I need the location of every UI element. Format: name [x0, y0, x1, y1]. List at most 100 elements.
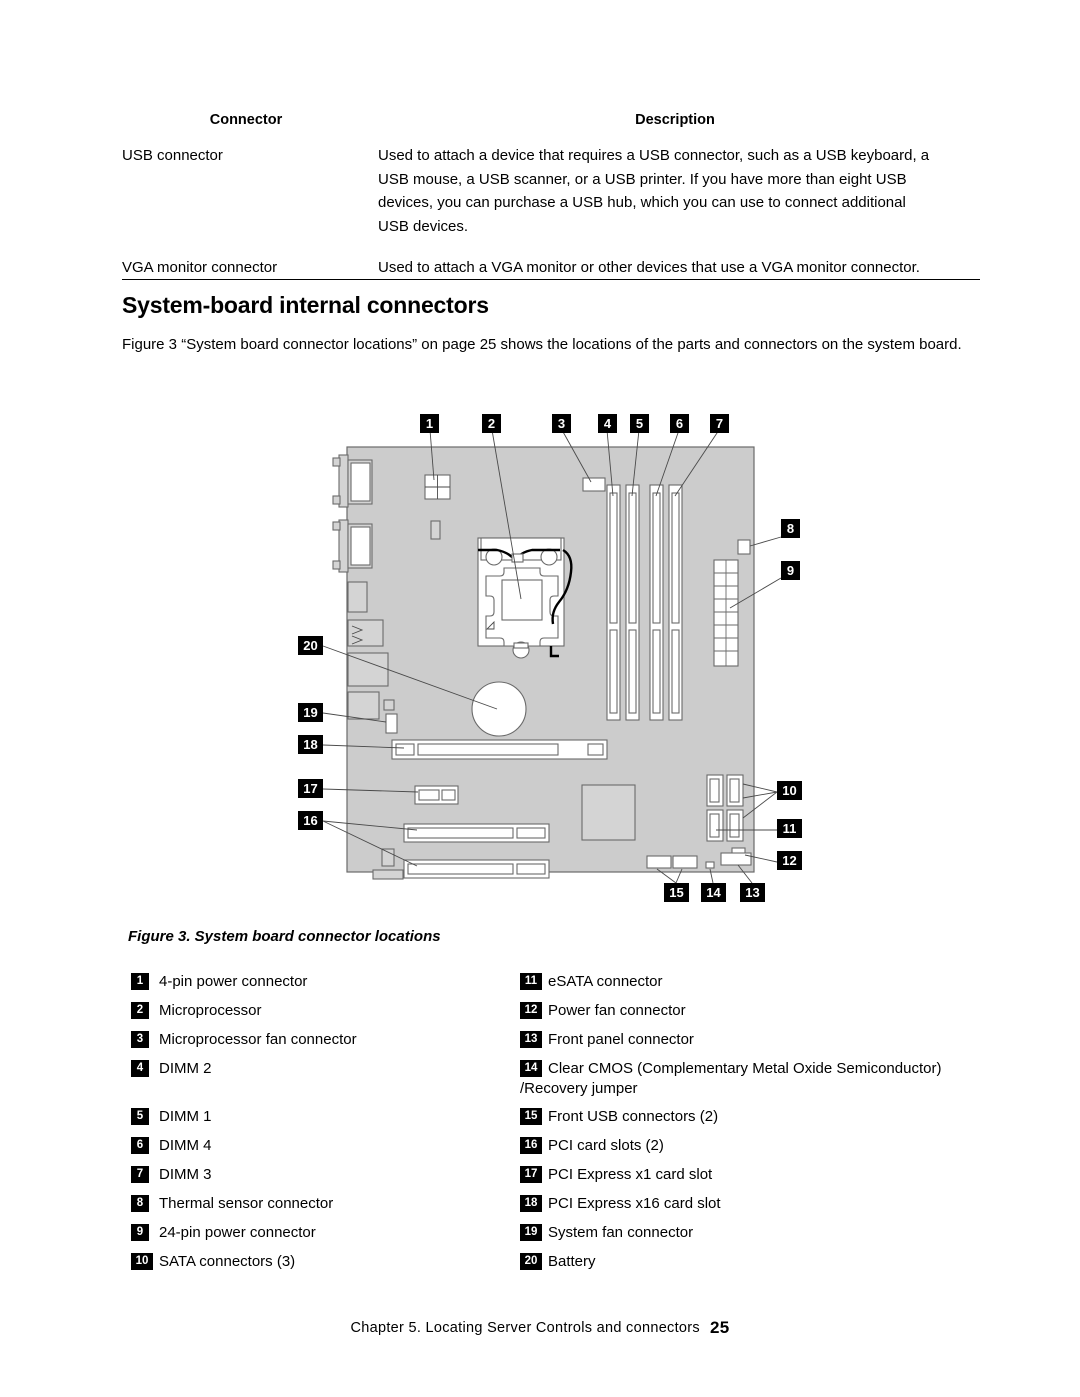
legend-badge: 2: [131, 1002, 149, 1019]
list-item: 3 Microprocessor fan connector: [131, 1030, 521, 1059]
figure-legend-left: 1 4-pin power connector 2 Microprocessor 3…: [131, 972, 521, 1281]
legend-label: eSATA connector: [548, 973, 663, 990]
callout-11: 11: [777, 819, 802, 838]
cell-connector-name: USB connector: [122, 147, 223, 164]
svg-text:1: 1: [426, 416, 433, 431]
svg-text:15: 15: [669, 885, 683, 900]
legend-label: Front panel connector: [548, 1031, 694, 1048]
list-item: 18 PCI Express x16 card slot: [520, 1194, 990, 1223]
list-item: 7 DIMM 3: [131, 1165, 521, 1194]
callout-9: 9: [781, 561, 800, 580]
legend-badge: 16: [520, 1137, 542, 1154]
description-line: Used to attach a VGA monitor or other de…: [378, 259, 920, 276]
legend-badge: 9: [131, 1224, 149, 1241]
callout-12: 12: [777, 851, 802, 870]
legend-label: Battery: [548, 1253, 596, 1270]
svg-text:18: 18: [303, 737, 317, 752]
column-header-connector: Connector: [209, 112, 283, 128]
svg-text:12: 12: [782, 853, 796, 868]
page-number: 25: [709, 1318, 730, 1337]
legend-badge: 13: [520, 1031, 542, 1048]
callout-19: 19: [298, 703, 323, 722]
legend-label: 24-pin power connector: [159, 1224, 316, 1241]
svg-text:19: 19: [303, 705, 317, 720]
legend-label: Microprocessor fan connector: [159, 1031, 357, 1048]
legend-badge: 10: [131, 1253, 153, 1270]
figure-caption: Figure 3. System board connector locatio…: [128, 928, 441, 945]
svg-text:2: 2: [488, 416, 495, 431]
svg-text:6: 6: [676, 416, 683, 431]
svg-text:3: 3: [558, 416, 565, 431]
list-item: 19 System fan connector: [520, 1223, 990, 1252]
figure-legend-right: 11 eSATA connector 12 Power fan connector …: [520, 972, 990, 1281]
legend-badge: 11: [520, 973, 542, 990]
legend-label: DIMM 2: [159, 1060, 212, 1077]
legend-label: Microprocessor: [159, 1002, 262, 1019]
list-item: 14 Clear CMOS (Complementary Metal Oxide …: [520, 1059, 990, 1107]
callout-4: 4: [598, 414, 617, 433]
description-line: USB devices.: [378, 217, 469, 235]
legend-badge: 12: [520, 1002, 542, 1019]
list-item: 20 Battery: [520, 1252, 990, 1281]
legend-badge: 4: [131, 1060, 149, 1077]
legend-badge: 8: [131, 1195, 149, 1212]
legend-label-continued: /Recovery jumper: [520, 1080, 638, 1097]
legend-badge: 18: [520, 1195, 542, 1212]
callout-7: 7: [710, 414, 729, 433]
list-item: 1 4-pin power connector: [131, 972, 521, 1001]
callout-20: 20: [298, 636, 323, 655]
legend-badge: 6: [131, 1137, 149, 1154]
callout-15: 15: [664, 883, 689, 902]
list-item: 15 Front USB connectors (2): [520, 1107, 990, 1136]
table-row: USB connector Used to attach a device th…: [122, 144, 980, 256]
list-item: 11 eSATA connector: [520, 972, 990, 1001]
list-item: 2 Microprocessor: [131, 1001, 521, 1030]
system-board-figure: .bd { fill:#cccccc; stroke:#6a6a6a; stro…: [0, 400, 1080, 920]
callout-8: 8: [781, 519, 800, 538]
legend-label: PCI Express x1 card slot: [548, 1166, 713, 1183]
list-item: 5 DIMM 1: [131, 1107, 521, 1136]
cell-connector-description: Used to attach a device that requires a …: [370, 144, 980, 256]
svg-text:9: 9: [787, 563, 794, 578]
callout-10: 10: [777, 781, 802, 800]
svg-text:20: 20: [303, 638, 317, 653]
section-divider: [122, 279, 980, 280]
page-title: System-board internal connectors: [122, 292, 489, 318]
legend-badge: 15: [520, 1108, 542, 1125]
table-header-row: Connector Description: [122, 112, 980, 144]
legend-label: System fan connector: [548, 1224, 694, 1241]
callout-13: 13: [740, 883, 765, 902]
legend-label: DIMM 3: [159, 1166, 212, 1183]
legend-badge: 14: [520, 1060, 542, 1077]
callout-2: 2: [482, 414, 501, 433]
callout-6: 6: [670, 414, 689, 433]
svg-text:8: 8: [787, 521, 794, 536]
list-item: 17 PCI Express x1 card slot: [520, 1165, 990, 1194]
legend-label: Thermal sensor connector: [159, 1195, 334, 1212]
callout-5: 5: [630, 414, 649, 433]
svg-text:4: 4: [604, 416, 612, 431]
legend-badge: 20: [520, 1253, 542, 1270]
callout-1: 1: [420, 414, 439, 433]
legend-badge: 19: [520, 1224, 542, 1241]
legend-label: DIMM 4: [159, 1137, 212, 1154]
list-item: 9 24-pin power connector: [131, 1223, 521, 1252]
list-item: 12 Power fan connector: [520, 1001, 990, 1030]
description-line: Used to attach a device that requires a …: [378, 147, 930, 164]
legend-badge: 17: [520, 1166, 542, 1183]
callout-14: 14: [701, 883, 726, 902]
list-item: 6 DIMM 4: [131, 1136, 521, 1165]
callout-16: 16: [298, 811, 323, 830]
legend-label: PCI Express x16 card slot: [548, 1195, 721, 1212]
legend-label: DIMM 1: [159, 1108, 212, 1125]
list-item: 13 Front panel connector: [520, 1030, 990, 1059]
description-line: USB mouse, a USB scanner, or a USB print…: [378, 170, 907, 188]
legend-label: Power fan connector: [548, 1002, 686, 1019]
page-footer: Chapter 5. Locating Server Controls and …: [0, 1318, 1080, 1338]
list-item: 10 SATA connectors (3): [131, 1252, 521, 1281]
description-line: devices, you can purchase a USB hub, whi…: [378, 194, 906, 211]
legend-label: Clear CMOS (Complementary Metal Oxide Se…: [548, 1060, 942, 1077]
svg-text:11: 11: [783, 821, 797, 836]
list-item: 16 PCI card slots (2): [520, 1136, 990, 1165]
list-item: 8 Thermal sensor connector: [131, 1194, 521, 1223]
